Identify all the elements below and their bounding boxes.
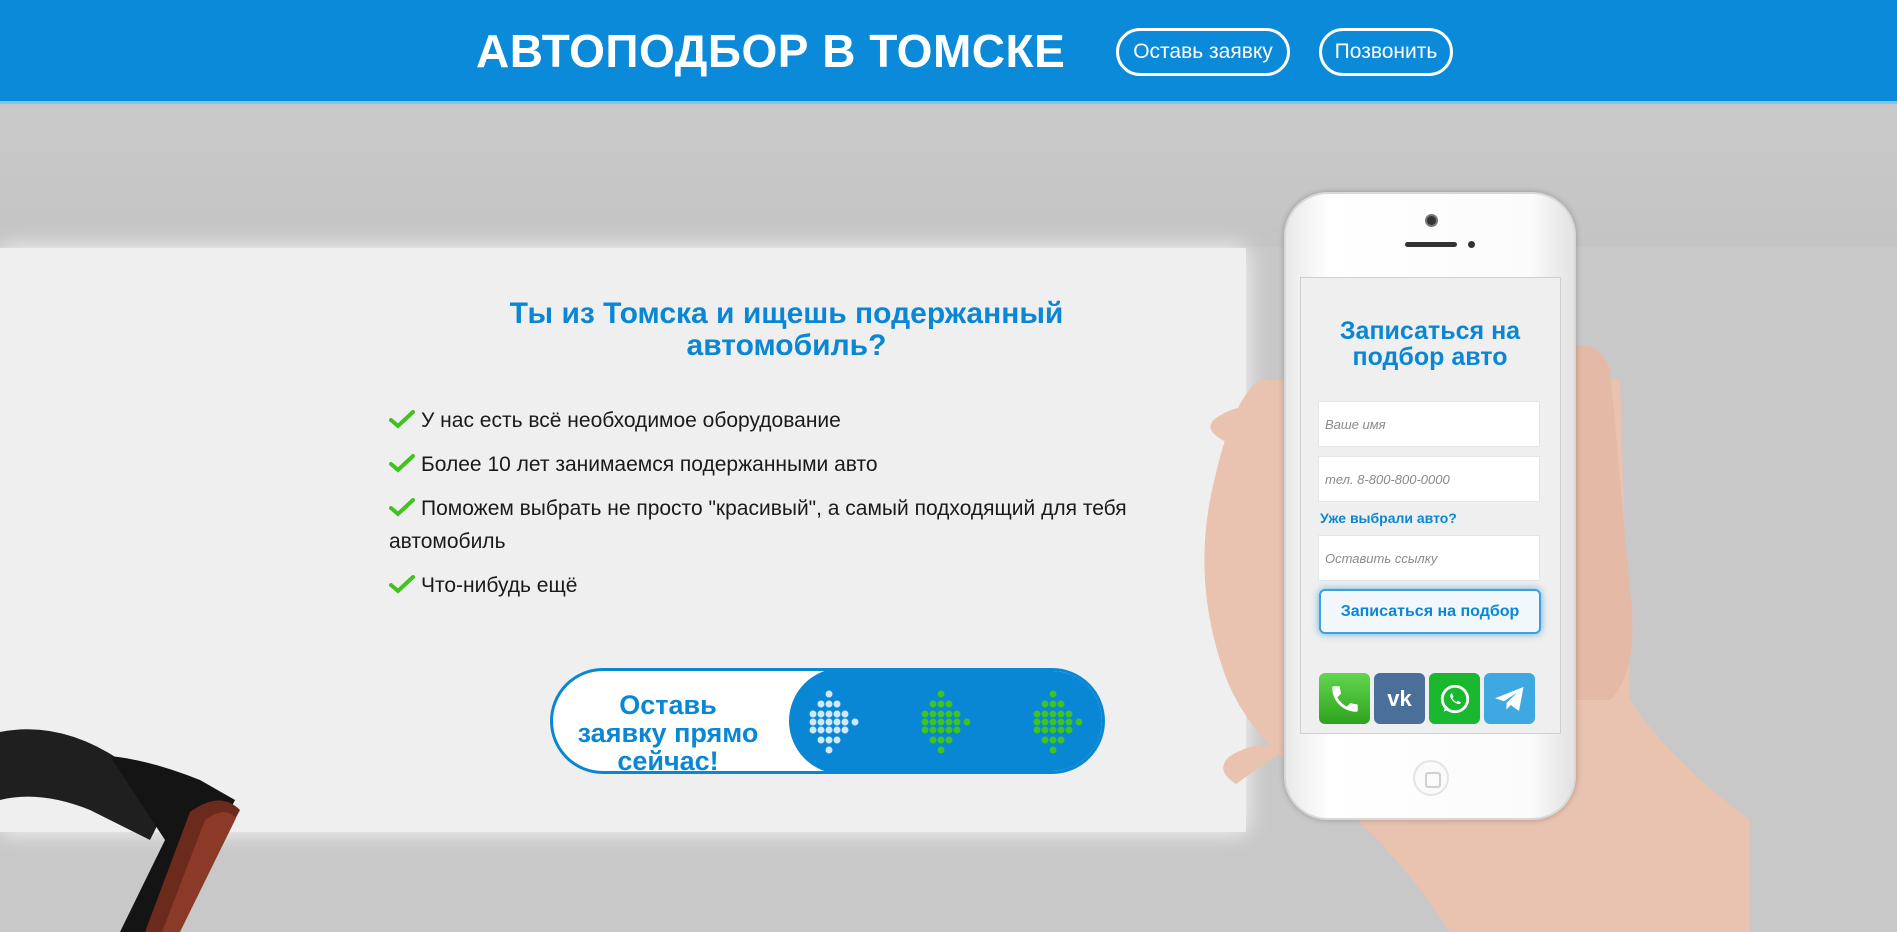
cta-arrows-area [789,671,1102,771]
dotted-arrow-icon [809,690,859,754]
phone-field[interactable] [1318,456,1540,502]
steering-wheel-image [0,729,240,932]
vk-icon: vk [1387,685,1412,711]
form-title: Записаться на подбор авто [1339,317,1521,371]
feature-item: Более 10 лет занимаемся подержанными авт… [389,448,1189,481]
telegram-icon [1494,686,1523,711]
call-button[interactable]: Позвонить [1319,28,1453,76]
phone-sensor [1468,241,1475,248]
site-header: АВТОПОДБОР В ТОМСКЕ Оставь заявку Позвон… [0,0,1897,104]
telegram-social-button[interactable] [1484,673,1535,724]
vk-social-button[interactable]: vk [1374,673,1425,724]
feature-item: У нас есть всё необходимое оборудование [389,404,1189,437]
phone-social-button[interactable] [1319,673,1370,724]
name-field[interactable] [1318,401,1540,447]
cta-label: Оставь заявку прямо сейчас! [577,690,759,774]
feature-item: Что-нибудь ещё [389,569,1189,602]
hero-headline: Ты из Томска и ищешь подержанный автомоб… [509,297,1064,362]
check-icon [389,498,415,517]
phone-home-button [1413,760,1449,796]
check-icon [389,410,415,429]
check-icon [389,575,415,594]
feature-item: Поможем выбрать не просто "красивый", а … [389,497,1127,553]
submit-button[interactable]: Записаться на подбор [1319,589,1541,634]
whatsapp-icon [1440,684,1469,713]
phone-camera [1425,214,1438,227]
phone-speaker [1405,242,1457,247]
dotted-arrow-icon [1033,690,1083,754]
check-icon [389,454,415,473]
cta-button[interactable]: Оставь заявку прямо сейчас! [550,668,1105,774]
order-button[interactable]: Оставь заявку [1116,28,1290,76]
background-band [0,107,1897,247]
brand-title: АВТОПОДБОР В ТОМСКЕ [476,25,1066,77]
chosen-car-label: Уже выбрали авто? [1320,510,1457,526]
dotted-arrow-icon [921,690,971,754]
link-field[interactable] [1318,535,1540,581]
whatsapp-social-button[interactable] [1429,673,1480,724]
phone-icon [1331,685,1358,712]
features-list: У нас есть всё необходимое оборудование … [389,404,1189,613]
